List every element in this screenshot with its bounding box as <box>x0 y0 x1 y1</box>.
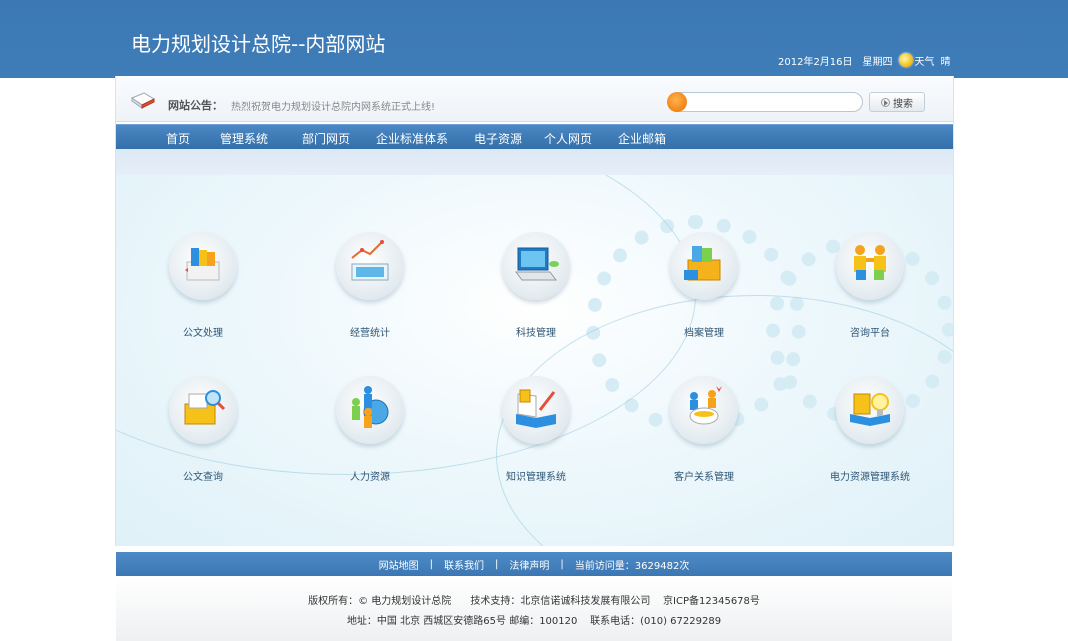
notice-label: 网站公告： <box>168 99 223 112</box>
app-label: 咨询平台 <box>850 328 890 339</box>
app-label: 公文处理 <box>183 328 223 339</box>
app-tile-power-resource-management[interactable]: 电力资源管理系统 <box>810 376 930 486</box>
app-tile-technology-management[interactable]: 科技管理 <box>476 232 596 342</box>
knowledge-management-icon <box>516 389 556 428</box>
app-label: 电力资源管理系统 <box>830 472 910 483</box>
document-processing-icon <box>185 248 220 281</box>
weather-label: 天气 <box>914 56 935 68</box>
nav-item-personal-pages[interactable]: 个人网页 <box>544 130 592 147</box>
app-tile-customer-relations[interactable]: 客户关系管理 <box>644 376 764 486</box>
search-input[interactable] <box>691 95 856 109</box>
archive-management-icon <box>684 246 721 281</box>
app-label: 科技管理 <box>516 328 556 339</box>
footer-link-sitemap[interactable]: 网站地图 <box>379 557 419 572</box>
search-box <box>667 92 863 112</box>
separator: | <box>429 558 434 570</box>
app-tile-business-statistics[interactable]: 经营统计 <box>310 232 430 342</box>
footer-links-bar: 网站地图 | 联系我们 | 法律声明 | 当前访问量： 3629482次 <box>116 552 952 576</box>
sub-nav-bar <box>116 149 953 175</box>
visit-count: 3629482次 <box>634 560 690 572</box>
address-line: 地址：中国 北京 西城区安德路65号 邮编：100120 联系电话：(010) … <box>346 616 722 627</box>
current-date: 2012年2月16日 <box>778 56 853 68</box>
document-query-icon <box>184 390 226 425</box>
separator: | <box>495 558 499 570</box>
date-weather-bar: 2012年2月16日 星期四 天气 晴 <box>778 52 951 68</box>
business-statistics-icon <box>351 240 389 281</box>
customer-relations-icon <box>689 386 722 425</box>
app-grid-area: 公文处理 经营统计 科技管理 档案管理 咨询平台 公文查询 人力资源 知识管理系… <box>116 175 953 546</box>
human-resources-icon <box>352 386 389 428</box>
weather-value: 晴 <box>940 56 951 68</box>
main-nav: 首页 管理系统 部门网页 企业标准体系 电子资源 个人网页 企业邮箱 <box>116 124 953 149</box>
consulting-platform-icon <box>854 245 886 280</box>
app-label: 人力资源 <box>350 472 390 483</box>
app-tile-document-query[interactable]: 公文查询 <box>143 376 263 486</box>
megaphone-icon <box>130 92 156 109</box>
nav-item-home[interactable]: 首页 <box>166 130 190 147</box>
app-tile-human-resources[interactable]: 人力资源 <box>310 376 430 486</box>
copyright-area: 版权所有：© 电力规划设计总院 技术支持：北京信诺诚科技发展有限公司 京ICP备… <box>116 576 952 641</box>
app-tile-document-processing[interactable]: 公文处理 <box>143 232 263 342</box>
site-header: 电力规划设计总院--内部网站 2012年2月16日 星期四 天气 晴 <box>0 0 1068 78</box>
power-resource-management-icon <box>850 393 890 426</box>
nav-item-electronic-resources[interactable]: 电子资源 <box>474 130 522 147</box>
footer-link-legal[interactable]: 法律声明 <box>509 557 549 572</box>
nav-item-enterprise-standards[interactable]: 企业标准体系 <box>376 130 448 147</box>
app-label: 档案管理 <box>684 328 724 339</box>
footer-link-contact[interactable]: 联系我们 <box>444 557 484 572</box>
app-tile-consulting-platform[interactable]: 咨询平台 <box>810 232 930 342</box>
nav-item-management-system[interactable]: 管理系统 <box>220 130 268 147</box>
notice-text[interactable]: 热烈祝贺电力规划设计总院内网系统正式上线! <box>231 98 435 113</box>
notice-bar: 网站公告： 热烈祝贺电力规划设计总院内网系统正式上线! 搜索 <box>116 76 953 122</box>
copyright-line: 版权所有：© 电力规划设计总院 技术支持：北京信诺诚科技发展有限公司 京ICP备… <box>308 596 760 607</box>
app-label: 客户关系管理 <box>674 472 734 483</box>
app-label: 公文查询 <box>183 472 223 483</box>
nav-item-enterprise-mail[interactable]: 企业邮箱 <box>618 130 666 147</box>
main-frame: 网站公告： 热烈祝贺电力规划设计总院内网系统正式上线! 搜索 首页 管理系统 部… <box>115 76 954 546</box>
technology-management-icon <box>515 247 559 281</box>
sun-icon <box>898 53 913 67</box>
app-label: 经营统计 <box>350 328 390 339</box>
visit-count-label: 当前访问量： <box>574 560 635 572</box>
current-weekday: 星期四 <box>862 56 893 68</box>
site-title: 电力规划设计总院--内部网站 <box>131 32 386 56</box>
app-label: 知识管理系统 <box>506 472 566 483</box>
search-button-label: 搜索 <box>893 98 913 110</box>
play-arrow-icon <box>881 97 890 107</box>
nav-item-department-pages[interactable]: 部门网页 <box>302 130 350 147</box>
app-tile-archive-management[interactable]: 档案管理 <box>644 232 764 342</box>
app-tile-knowledge-management[interactable]: 知识管理系统 <box>476 376 596 486</box>
search-button[interactable]: 搜索 <box>869 92 925 112</box>
search-icon <box>667 92 687 112</box>
separator: | <box>560 558 564 570</box>
